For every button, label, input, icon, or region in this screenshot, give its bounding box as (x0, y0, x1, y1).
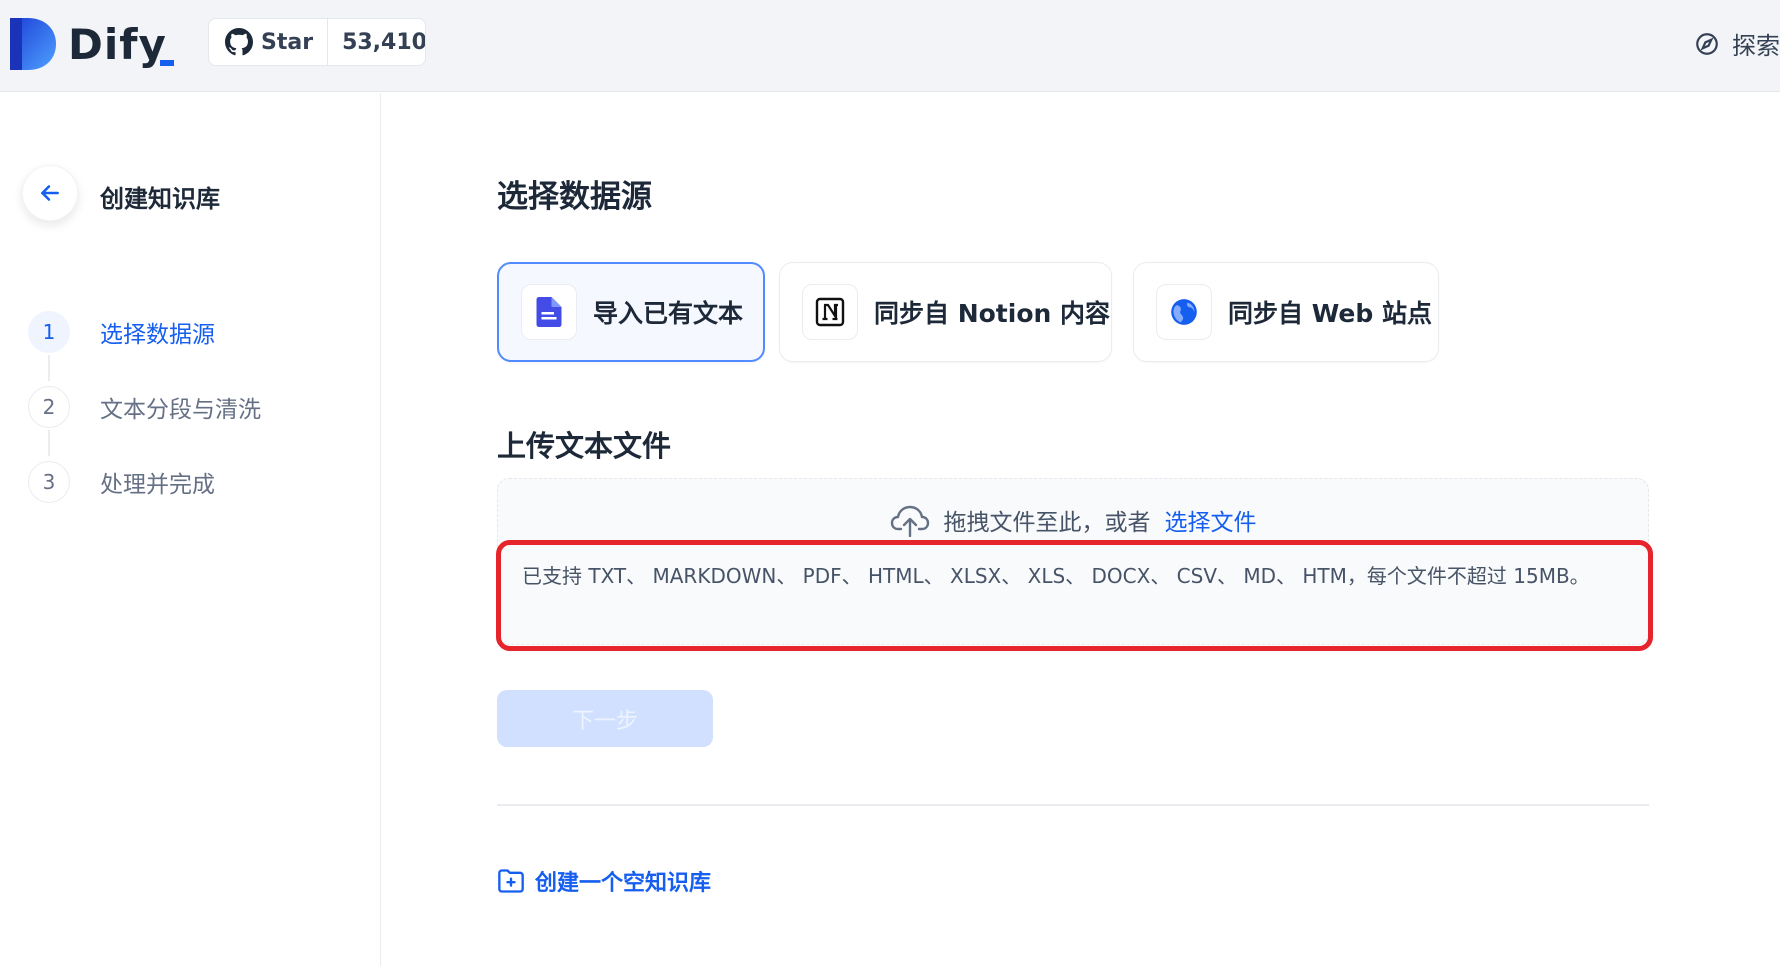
arrow-left-icon (41, 185, 59, 201)
globe-icon (1156, 284, 1212, 340)
nav-explore-label: 探索 (1732, 32, 1780, 60)
divider (497, 804, 1649, 806)
create-empty-knowledge-link[interactable]: 创建一个空知识库 (497, 865, 711, 897)
source-label: 同步自 Web 站点 (1228, 299, 1432, 328)
github-star-widget[interactable]: Star 53,410 (208, 18, 426, 66)
source-import-text[interactable]: 导入已有文本 (497, 262, 765, 362)
notion-icon (802, 284, 858, 340)
next-step-button[interactable]: 下一步 (497, 690, 713, 747)
nav-explore[interactable]: 探索 (1694, 26, 1780, 61)
source-label: 导入已有文本 (593, 299, 744, 328)
step-connector (48, 430, 50, 456)
folder-plus-icon (498, 869, 524, 893)
github-star-count[interactable]: 53,410 (328, 19, 425, 65)
step-label: 处理并完成 (100, 472, 215, 498)
back-button[interactable] (22, 165, 78, 221)
source-web[interactable]: 同步自 Web 站点 (1133, 262, 1439, 362)
brand-cursor (160, 60, 174, 66)
step-label: 文本分段与清洗 (100, 397, 261, 423)
dropzone-prompt: 拖拽文件至此，或者 选择文件 (498, 503, 1648, 537)
source-label: 同步自 Notion 内容 (874, 299, 1110, 328)
step-label: 选择数据源 (100, 322, 215, 348)
dify-logo[interactable]: Dify (10, 18, 180, 70)
supported-formats-text: 已支持 TXT、 MARKDOWN、 PDF、 HTML、 XLSX、 XLS、… (522, 564, 1590, 588)
step-number: 1 (28, 311, 70, 353)
select-file-link[interactable]: 选择文件 (1165, 503, 1257, 537)
github-star-label: Star (261, 29, 314, 55)
source-notion[interactable]: 同步自 Notion 内容 (779, 262, 1112, 362)
top-header: Dify Star 53,410 探索 (0, 0, 1780, 92)
dropzone-text: 拖拽文件至此，或者 (943, 510, 1151, 536)
main-content: 选择数据源 导入已有文本 同步自 Notion 内容 同步自 Web 站点 上传… (382, 93, 1780, 966)
file-dropzone[interactable]: 拖拽文件至此，或者 选择文件 已支持 TXT、 MARKDOWN、 PDF、 H… (497, 478, 1649, 645)
file-icon (521, 284, 577, 340)
create-empty-knowledge-label: 创建一个空知识库 (535, 871, 712, 896)
github-star-button[interactable]: Star (209, 19, 329, 65)
page-title: 创建知识库 (100, 185, 220, 213)
compass-icon (1696, 32, 1718, 55)
section-title-data-source: 选择数据源 (497, 179, 652, 215)
step-number: 2 (28, 386, 70, 428)
brand-name: Dify (68, 20, 167, 69)
step-segment-clean: 2 文本分段与清洗 (28, 386, 261, 428)
step-process-finish: 3 处理并完成 (28, 461, 215, 503)
step-number: 3 (28, 461, 70, 503)
steps-sidebar: 创建知识库 1 选择数据源 2 文本分段与清洗 3 处理并完成 (0, 93, 381, 966)
upload-section-title: 上传文本文件 (497, 429, 672, 463)
step-select-source: 1 选择数据源 (28, 311, 215, 353)
step-connector (48, 355, 50, 381)
github-icon (225, 28, 253, 56)
dify-logo-icon (10, 18, 56, 70)
cloud-upload-icon (890, 505, 929, 537)
